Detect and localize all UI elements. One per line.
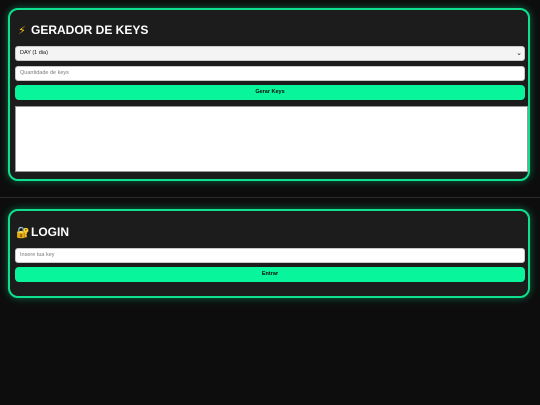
login-title-text: LOGIN — [31, 225, 69, 239]
quantity-input-placeholder: Quantidade de keys — [20, 70, 69, 76]
plan-select[interactable]: DAY (1 dia) ⌄ — [15, 46, 525, 61]
login-card: 🔐LOGIN Insere tua key Entrar — [8, 209, 530, 298]
plan-select-value: DAY (1 dia) — [20, 50, 48, 56]
chevron-down-icon: ⌄ — [516, 50, 522, 57]
generator-title-text: GERADOR DE KEYS — [31, 23, 149, 37]
key-input[interactable]: Insere tua key — [15, 248, 525, 263]
lock-with-key-icon: 🔐 — [16, 227, 30, 239]
generate-keys-button[interactable]: Gerar Keys — [15, 85, 525, 100]
key-input-placeholder: Insere tua key — [20, 252, 55, 258]
section-divider — [0, 197, 540, 198]
login-title: 🔐LOGIN — [16, 225, 69, 240]
key-generator-card: ⚡ GERADOR DE KEYS DAY (1 dia) ⌄ Quantidad… — [8, 8, 530, 181]
quantity-input[interactable]: Quantidade de keys — [15, 66, 525, 81]
keys-output-textarea[interactable] — [15, 106, 528, 172]
enter-button[interactable]: Entrar — [15, 267, 525, 282]
lightning-bolt-icon: ⚡ — [18, 25, 26, 37]
generator-title: ⚡ GERADOR DE KEYS — [16, 23, 148, 38]
